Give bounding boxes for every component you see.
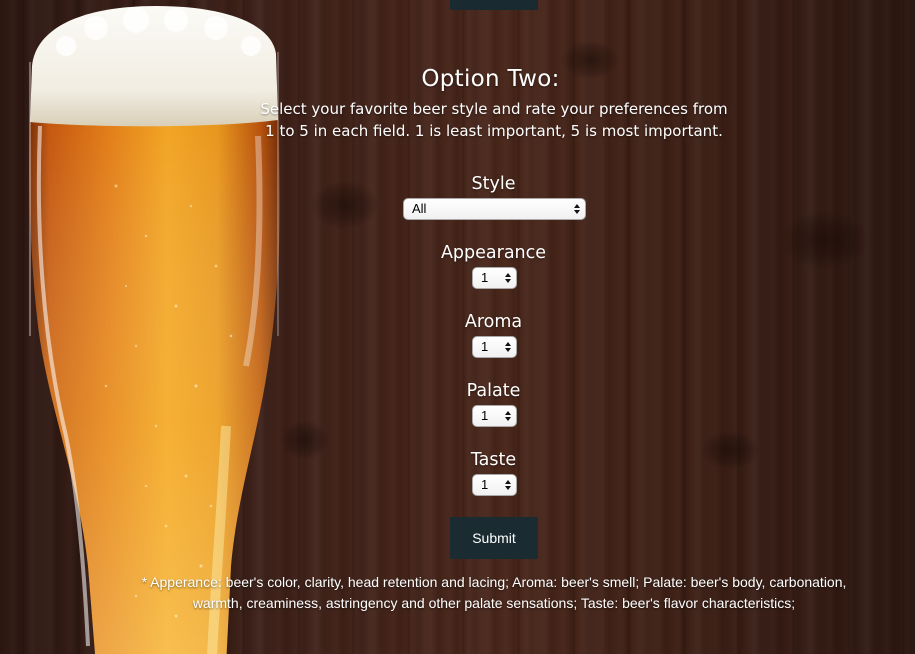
select-arrows-icon xyxy=(505,273,511,283)
style-label: Style xyxy=(471,174,516,194)
aroma-label: Aroma xyxy=(464,312,523,332)
select-arrows-icon xyxy=(574,204,580,214)
footnote: * Apperance: beer's color, clarity, head… xyxy=(141,574,847,611)
style-select-value: All xyxy=(412,201,427,216)
taste-select[interactable]: 1 xyxy=(472,474,517,496)
palate-select[interactable]: 1 xyxy=(472,405,517,427)
aroma-select-value: 1 xyxy=(481,339,489,354)
palate-label: Palate xyxy=(466,381,521,401)
select-arrows-icon xyxy=(505,480,511,490)
page-title: Option Two: xyxy=(421,66,560,92)
taste-select-value: 1 xyxy=(481,477,489,492)
palate-select-value: 1 xyxy=(481,408,489,423)
appearance-label: Appearance xyxy=(440,243,547,263)
taste-label: Taste xyxy=(470,450,517,470)
style-select[interactable]: All xyxy=(403,198,586,220)
aroma-select[interactable]: 1 xyxy=(472,336,517,358)
select-arrows-icon xyxy=(505,342,511,352)
submit-button[interactable]: Submit xyxy=(450,517,538,559)
top-nav-tab[interactable] xyxy=(450,0,538,10)
form-description: Select your favorite beer style and rate… xyxy=(260,100,728,140)
appearance-select-value: 1 xyxy=(481,270,489,285)
appearance-select[interactable]: 1 xyxy=(472,267,517,289)
select-arrows-icon xyxy=(505,411,511,421)
